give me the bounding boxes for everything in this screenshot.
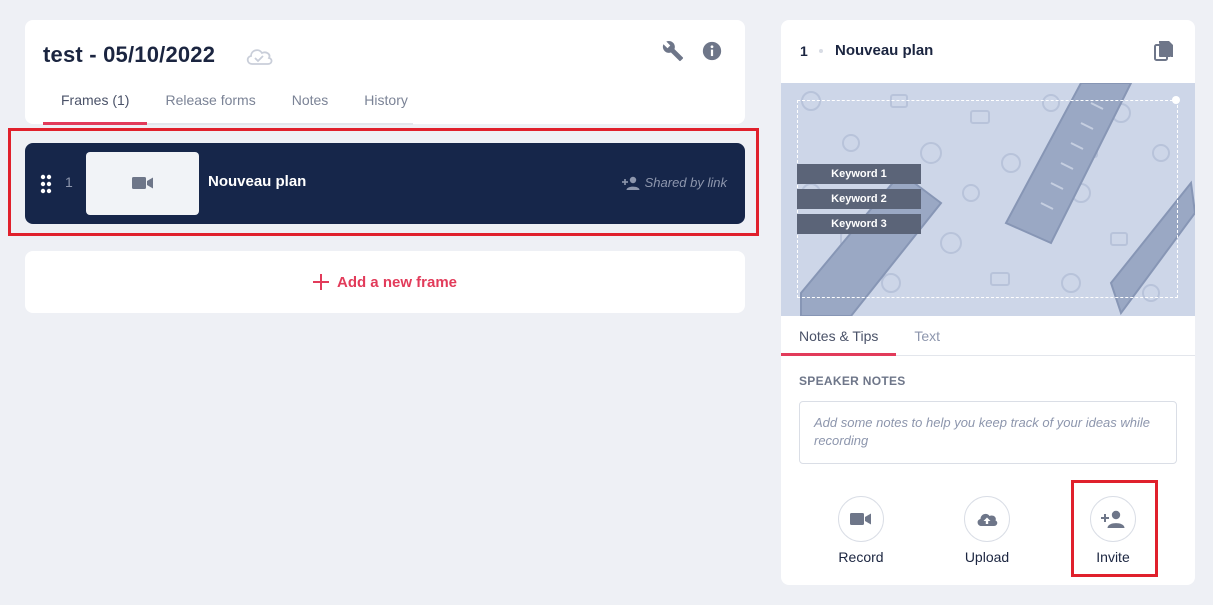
copy-icon[interactable] (1154, 40, 1174, 67)
frame-highlight-box (8, 128, 759, 236)
tab-text[interactable]: Text (896, 316, 958, 355)
frame-preview[interactable]: Keyword 1 Keyword 2 Keyword 3 (781, 83, 1195, 316)
info-icon[interactable] (701, 40, 723, 67)
cloud-upload-icon (977, 513, 998, 526)
project-header-card: test - 05/10/2022 Frames (1) Release for… (25, 20, 745, 125)
tab-notes-tips[interactable]: Notes & Tips (781, 316, 897, 356)
tab-notes[interactable]: Notes (274, 92, 347, 124)
keyword-label: Keyword 2 (797, 189, 921, 209)
panel-tabs: Notes & Tips Text (781, 316, 1195, 356)
record-label: Record (838, 549, 884, 565)
invite-highlight-box (1071, 480, 1158, 577)
speaker-notes-input[interactable] (799, 401, 1177, 464)
project-tabs: Frames (1) Release forms Notes History (43, 92, 426, 125)
tab-frames[interactable]: Frames (1) (43, 92, 148, 125)
upload-label: Upload (964, 549, 1010, 565)
add-frame-button[interactable]: Add a new frame (25, 251, 745, 313)
speaker-notes-heading: SPEAKER NOTES (799, 374, 906, 388)
tab-history[interactable]: History (346, 92, 426, 124)
plus-icon (312, 274, 329, 290)
panel-frame-title: Nouveau plan (835, 42, 934, 59)
separator-dot (819, 49, 823, 53)
upload-circle[interactable] (964, 496, 1010, 542)
video-camera-icon (850, 513, 871, 525)
add-frame-label: Add a new frame (336, 273, 458, 291)
record-circle[interactable] (838, 496, 884, 542)
keyword-label: Keyword 1 (797, 164, 921, 184)
tab-release-forms[interactable]: Release forms (147, 92, 273, 124)
panel-frame-number: 1 (800, 43, 808, 59)
upload-button[interactable]: Upload (952, 496, 1022, 565)
project-title: test - 05/10/2022 (43, 42, 216, 67)
resize-handle[interactable] (1172, 96, 1180, 104)
record-button[interactable]: Record (826, 496, 896, 565)
keyword-label: Keyword 3 (797, 214, 921, 234)
cloud-check-icon (244, 46, 274, 71)
wrench-icon[interactable] (662, 40, 684, 67)
